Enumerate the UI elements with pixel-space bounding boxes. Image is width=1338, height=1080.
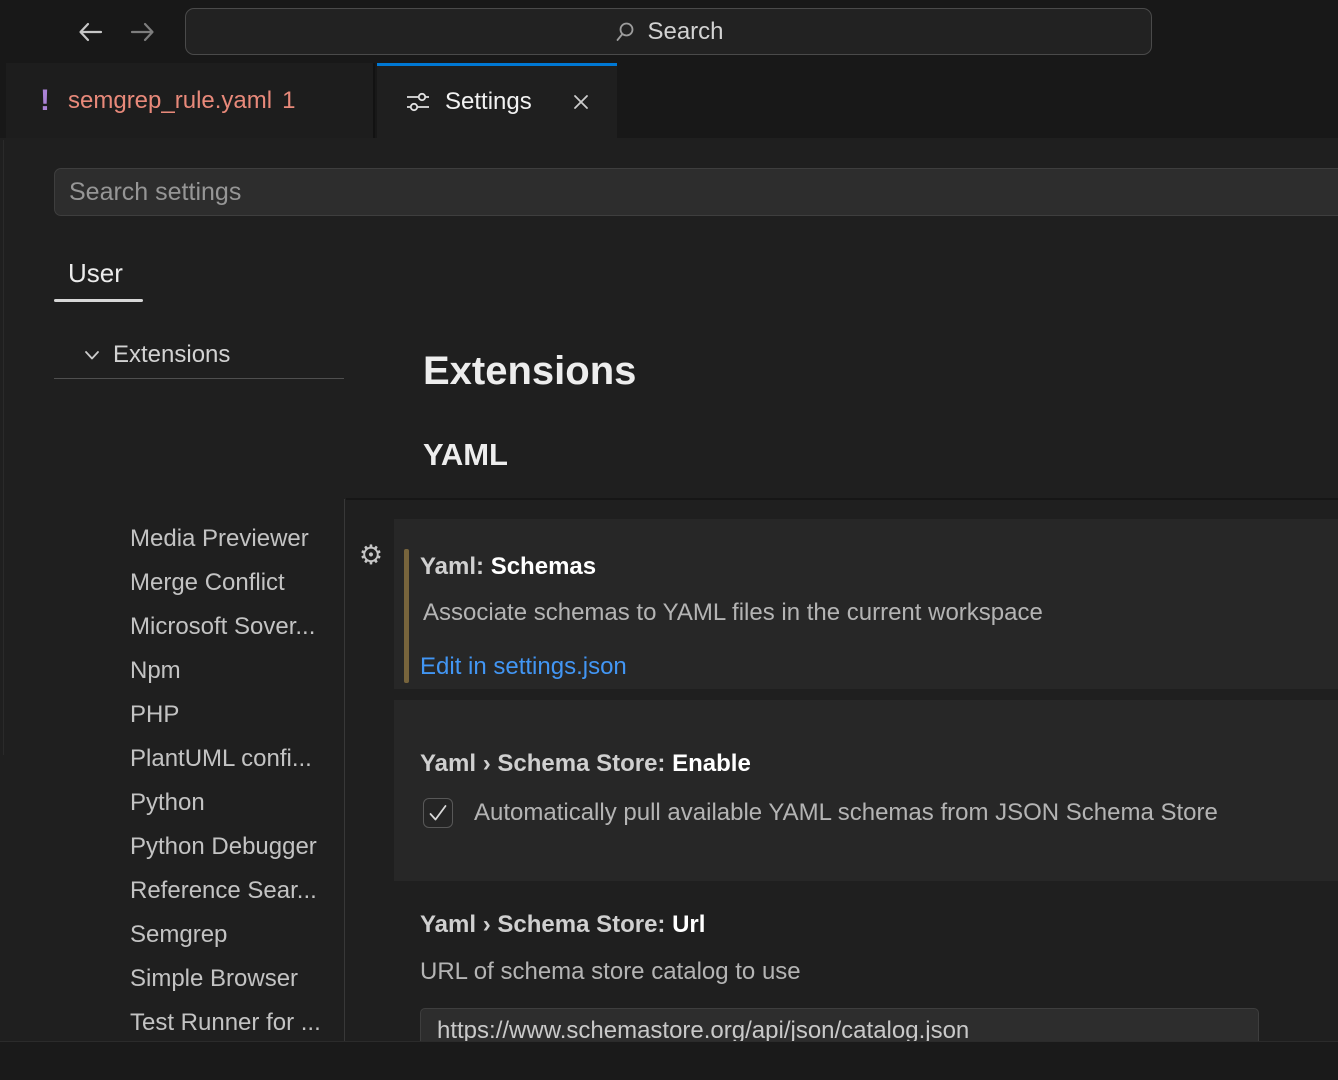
setting-title-prefix: Yaml › Schema Store: xyxy=(420,911,672,938)
tab-filename: semgrep_rule.yaml xyxy=(68,87,272,115)
search-label: Search xyxy=(647,18,723,46)
toc-item-php[interactable]: PHP xyxy=(54,693,344,737)
toc-header-label: Extensions xyxy=(113,341,230,369)
tab-badge: 1 xyxy=(282,87,295,115)
setting-title-prefix: Yaml › Schema Store: xyxy=(420,750,672,777)
close-icon[interactable] xyxy=(567,88,595,116)
setting-title-prefix: Yaml: xyxy=(420,553,491,580)
gear-icon[interactable]: ⚙ xyxy=(356,540,386,570)
bottom-panel-edge xyxy=(0,1041,1338,1080)
toc-item-semgrep[interactable]: Semgrep xyxy=(54,913,344,957)
setting-title-key: Enable xyxy=(672,750,751,777)
modified-indicator xyxy=(404,549,409,683)
setting-description: URL of schema store catalog to use xyxy=(420,957,801,987)
toc-item-npm[interactable]: Npm xyxy=(54,649,344,693)
setting-row-schema-store-url: Yaml › Schema Store: Url URL of schema s… xyxy=(394,900,1338,1041)
setting-title: Yaml: Schemas xyxy=(420,553,596,581)
settings-toc: Extensions Media Previewer Merge Conflic… xyxy=(54,332,344,1038)
forward-arrow-icon[interactable] xyxy=(128,17,158,47)
settings-search-input[interactable] xyxy=(54,168,1338,216)
toc-item-python-debugger[interactable]: Python Debugger xyxy=(54,825,344,869)
chevron-down-icon xyxy=(82,345,102,365)
tab-settings[interactable]: Settings xyxy=(377,63,617,138)
search-icon xyxy=(613,20,637,44)
command-center-search[interactable]: Search xyxy=(185,8,1152,55)
setting-row-schema-store-enable: Yaml › Schema Store: Enable Automaticall… xyxy=(394,700,1338,881)
check-icon xyxy=(427,802,449,824)
setting-title-key: Schemas xyxy=(491,553,596,580)
setting-row-yaml-schemas: Yaml: Schemas Associate schemas to YAML … xyxy=(394,519,1338,689)
toc-item-reference-search[interactable]: Reference Sear... xyxy=(54,869,344,913)
yaml-file-icon: ! xyxy=(40,84,50,118)
edit-in-settings-json-link[interactable]: Edit in settings.json xyxy=(420,653,627,681)
toc-item-media-previewer[interactable]: Media Previewer xyxy=(54,517,344,561)
editor-left-border xyxy=(3,140,4,755)
toc-item-test-runner[interactable]: Test Runner for ... xyxy=(54,1001,344,1045)
schema-store-enable-checkbox[interactable] xyxy=(423,798,453,828)
setting-title: Yaml › Schema Store: Url xyxy=(420,911,705,939)
back-arrow-icon[interactable] xyxy=(75,17,105,47)
toc-item-microsoft-sover[interactable]: Microsoft Sover... xyxy=(54,605,344,649)
setting-title: Yaml › Schema Store: Enable xyxy=(420,750,751,778)
toc-divider xyxy=(54,378,344,379)
toc-item-python[interactable]: Python xyxy=(54,781,344,825)
toc-item-merge-conflict[interactable]: Merge Conflict xyxy=(54,561,344,605)
setting-description: Associate schemas to YAML files in the c… xyxy=(423,598,1043,628)
toc-item-plantuml[interactable]: PlantUML confi... xyxy=(54,737,344,781)
tab-label: Settings xyxy=(445,88,532,116)
toc-item-simple-browser[interactable]: Simple Browser xyxy=(54,957,344,1001)
toc-resize-sash[interactable] xyxy=(344,499,345,1041)
page-title: Extensions xyxy=(423,348,636,394)
setting-description: Automatically pull available YAML schema… xyxy=(474,798,1218,828)
scope-tab-user[interactable]: User xyxy=(68,255,123,291)
editor-tab-bar: ! semgrep_rule.yaml 1 Settings xyxy=(0,63,1338,138)
tab-semgrep-rule-yaml[interactable]: ! semgrep_rule.yaml 1 xyxy=(6,63,375,138)
scope-tab-underline xyxy=(54,299,143,302)
settings-editor: User Extensions Media Previewer Merge Co… xyxy=(0,138,1338,1041)
setting-title-key: Url xyxy=(672,911,705,938)
settings-sliders-icon xyxy=(405,89,431,115)
header-divider xyxy=(346,498,1338,500)
vscode-window: Search ! semgrep_rule.yaml 1 Settings xyxy=(0,0,1338,1080)
title-bar: Search xyxy=(0,0,1338,63)
toc-header-extensions[interactable]: Extensions xyxy=(54,332,344,378)
section-title: YAML xyxy=(423,438,508,472)
